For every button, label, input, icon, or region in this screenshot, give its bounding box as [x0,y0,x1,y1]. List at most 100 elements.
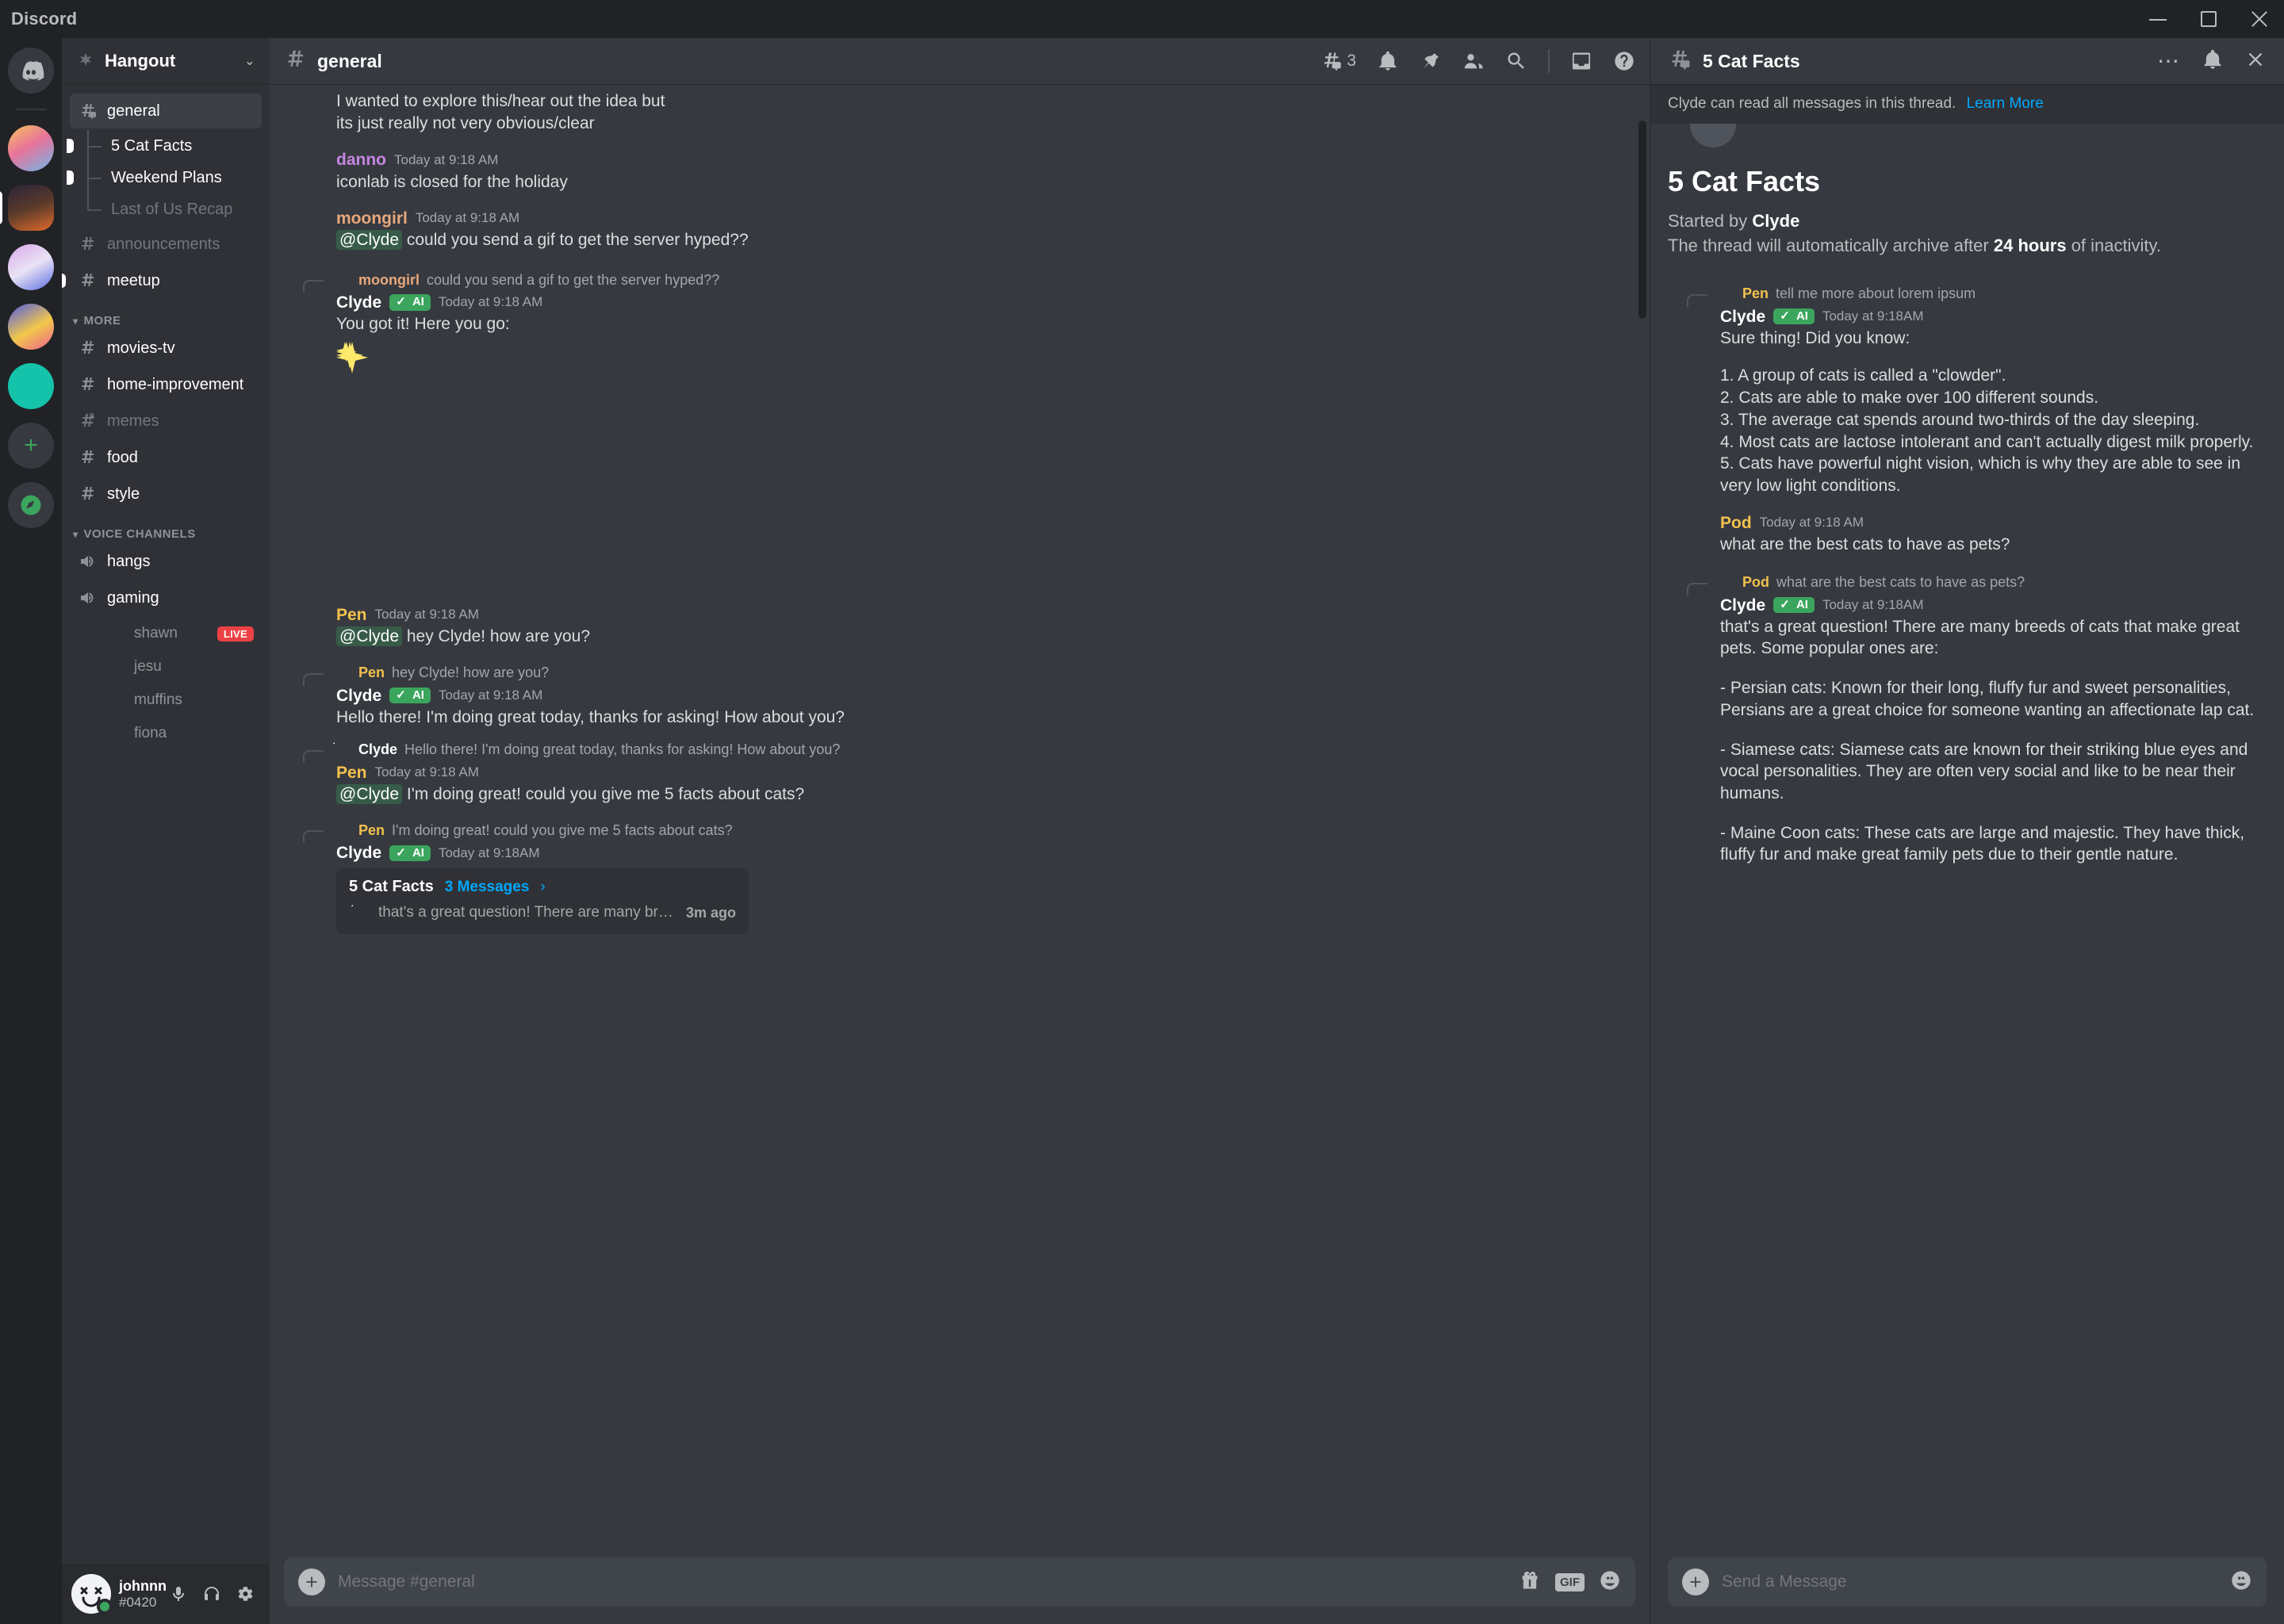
avatar[interactable] [284,296,322,334]
voice-member-fiona[interactable]: fiona [92,717,262,750]
message-author[interactable]: Pen [336,764,367,782]
message-input[interactable]: Message #general [338,1572,1506,1591]
mention-clyde[interactable]: @Clyde [336,626,403,646]
headset-icon[interactable] [197,1579,227,1609]
server-rail-item-4[interactable] [8,304,54,350]
attachment-gif-cat-pizza-space[interactable] [336,341,772,588]
more-options-icon[interactable]: ⋯ [2157,50,2181,72]
message-author[interactable]: Pod [1720,514,1752,532]
sidebar-item-food[interactable]: food [70,440,262,475]
message-list[interactable]: yep. I wanted to explore this/hear out t… [270,84,1650,1546]
emoji-icon[interactable] [2230,1569,2252,1595]
mention-clyde[interactable]: @Clyde [336,783,403,804]
maximize-button[interactable] [2198,9,2219,29]
message-author[interactable]: Clyde [1720,596,1765,615]
search-icon[interactable] [1505,50,1527,72]
upload-attachment-button[interactable] [1682,1568,1709,1595]
upload-attachment-button[interactable] [298,1568,325,1595]
sidebar-thread-5-cat-facts[interactable]: 5 Cat Facts [67,130,262,162]
avatar[interactable] [1668,516,1706,554]
gear-icon[interactable] [230,1579,260,1609]
sidebar-item-home-improvement[interactable]: home-improvement [70,367,262,402]
category-header-more[interactable]: ▾ MORE [73,314,262,327]
message-author[interactable]: moongirl [336,209,408,228]
sidebar-item-style[interactable]: style [70,477,262,511]
learn-more-link[interactable]: Learn More [1967,95,2044,112]
server-rail-item-5[interactable] [8,363,54,409]
thread-panel-header: 5 Cat Facts ⋯ [1650,38,2284,84]
notifications-bell-icon[interactable] [1377,50,1399,72]
notifications-bell-icon[interactable] [2202,48,2224,75]
server-rail-item-1[interactable] [8,125,54,171]
voice-member-shawn[interactable]: shawn LIVE [92,617,262,650]
sidebar-thread-last-of-us-recap[interactable]: Last of Us Recap [70,193,262,225]
avatar[interactable] [284,766,322,804]
thread-card-message-count[interactable]: 3 Messages [445,879,530,896]
sidebar-voice-hangs[interactable]: hangs [70,544,262,579]
message-clyde-thread: Pen I'm doing great! could you give me 5… [284,809,1635,938]
add-server-button[interactable]: + [8,423,54,469]
reply-reference-clyde[interactable]: Clyde Hello there! I'm doing great today… [284,733,1635,763]
sidebar-item-memes[interactable]: memes [70,404,262,439]
inbox-icon[interactable] [1570,50,1592,72]
thread-preview-card[interactable]: 5 Cat Facts 3 Messages › that's a great … [336,868,749,935]
mention-clyde[interactable]: @Clyde [336,230,403,251]
help-icon[interactable] [1613,50,1635,72]
avatar[interactable] [284,608,322,646]
message-author[interactable]: Clyde [336,687,381,705]
gift-icon[interactable] [1519,1569,1541,1595]
voice-member-muffins[interactable]: muffins [92,684,262,717]
avatar[interactable] [284,212,322,250]
avatar[interactable] [1668,310,1706,348]
hash-lock-icon [78,412,98,431]
close-window-button[interactable] [2249,9,2270,29]
avatar[interactable] [1668,599,1706,637]
message-author[interactable]: danno [336,151,386,169]
message-timestamp: Today at 9:18 AM [438,294,543,310]
sidebar-item-label-general: general [107,102,160,120]
threads-button[interactable]: 3 [1320,50,1356,72]
close-thread-icon[interactable] [2244,48,2267,75]
message-composer[interactable]: Message #general GIF [284,1557,1635,1607]
emoji-icon[interactable] [1599,1569,1621,1595]
avatar[interactable] [284,846,322,884]
sidebar-item-movies-tv[interactable]: movies-tv [70,331,262,366]
server-rail-item-home[interactable] [8,48,54,94]
reply-reference[interactable]: Pen I'm doing great! could you give me 5… [284,817,1635,844]
avatar[interactable] [71,1574,113,1614]
sidebar-thread-weekend-plans[interactable]: Weekend Plans [67,162,262,193]
thread-message-composer[interactable]: Send a Message [1668,1557,2267,1607]
reply-reference[interactable]: moongirl could you send a gif to get the… [284,266,1635,293]
avatar[interactable] [284,153,322,191]
minimize-button[interactable] [2148,9,2168,29]
microphone-icon[interactable] [163,1579,194,1609]
sidebar-item-general[interactable]: general [70,94,262,128]
sidebar-item-meetup[interactable]: meetup [62,263,262,298]
category-header-voice-channels[interactable]: ▾ VOICE CHANNELS [73,527,262,541]
message-author[interactable]: Clyde [336,293,381,312]
explore-servers-button[interactable] [8,482,54,528]
message-continuation: yep. I wanted to explore this/hear out t… [284,84,1635,138]
server-rail-item-3[interactable] [8,244,54,290]
reply-reference[interactable]: Pod what are the best cats to have as pe… [1668,569,2267,596]
server-header-dropdown[interactable]: Hangout ⌄ [62,38,270,84]
pinned-messages-icon[interactable] [1420,50,1442,72]
message-author[interactable]: Clyde [1720,308,1765,326]
voice-member-jesu[interactable]: jesu [92,650,262,684]
voice-member-name: shawn [134,625,178,642]
message-author[interactable]: Pen [336,606,367,624]
chat-scrollbar[interactable] [1638,121,1646,319]
sidebar-item-announcements[interactable]: announcements [70,227,262,262]
sidebar-voice-gaming[interactable]: gaming [70,580,262,615]
thread-message-input[interactable]: Send a Message [1722,1572,2217,1591]
reply-reference[interactable]: Pen hey Clyde! how are you? [284,660,1635,686]
thread-message-list[interactable]: 5 Cat Facts Started by Clyde The thread … [1650,124,2284,1546]
message-author[interactable]: Clyde [336,844,381,862]
reply-author: Pen [1742,285,1769,302]
reply-reference[interactable]: Pen tell me more about lorem ipsum [1668,281,2267,307]
server-rail-item-2[interactable] [0,185,54,231]
members-icon[interactable] [1462,50,1485,72]
thread-panel: 5 Cat Facts ⋯ Clyde can read all message… [1650,38,2284,1624]
avatar[interactable] [284,689,322,727]
gif-picker-button[interactable]: GIF [1555,1572,1585,1591]
